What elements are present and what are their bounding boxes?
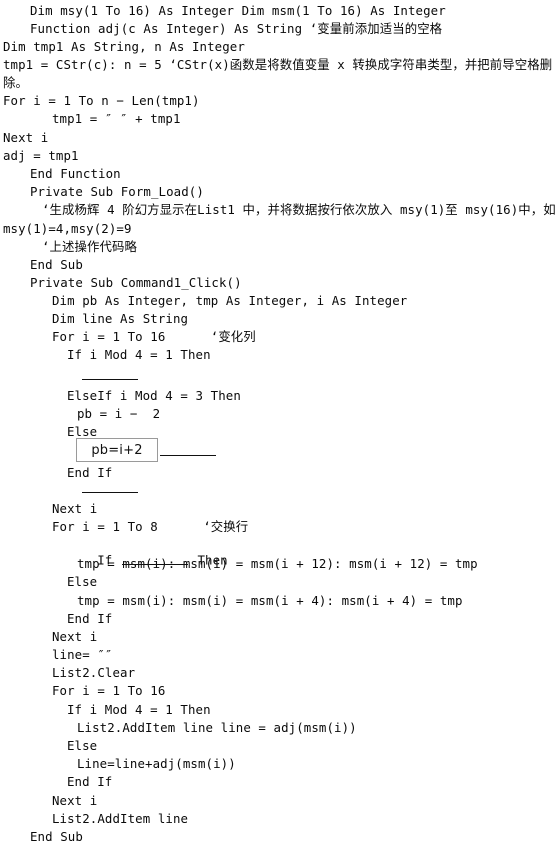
code-line: Else bbox=[67, 738, 98, 753]
code-line: If i Mod 4 = 1 Then bbox=[67, 347, 211, 362]
code-line: tmp1 = CStr(c): n = 5 ‘CStr(x)函数是将数值变量 x… bbox=[3, 57, 553, 72]
code-line: pb = i − 2 bbox=[77, 406, 161, 421]
code-line: ‘上述操作代码略 bbox=[42, 239, 137, 254]
answer-box-value: pb=i+2 bbox=[91, 442, 143, 458]
code-line: End Sub bbox=[30, 257, 83, 272]
code-line-if-blank-then: If Then bbox=[67, 539, 228, 582]
code-line: adj = tmp1 bbox=[3, 148, 79, 163]
code-line: Dim tmp1 As String, n As Integer bbox=[3, 39, 245, 54]
then-keyword: Then bbox=[189, 552, 228, 568]
code-line: Function adj(c As Integer) As String ‘变量… bbox=[30, 21, 443, 36]
code-line: End If bbox=[67, 611, 113, 626]
code-line: For i = 1 To 16 ‘变化列 bbox=[52, 329, 256, 344]
code-line: Private Sub Form_Load() bbox=[30, 184, 204, 199]
code-line: ‘生成杨辉 4 阶幻方显示在List1 中，并将数据按行依次放入 msy(1)至… bbox=[42, 202, 556, 217]
answer-box-pb-expression[interactable]: pb=i+2 bbox=[76, 438, 158, 462]
code-line: Line=line+adj(msm(i)) bbox=[77, 756, 236, 771]
code-line: List2.AddItem line line = adj(msm(i)) bbox=[77, 720, 357, 735]
if-keyword: If bbox=[97, 552, 120, 568]
code-line: For i = 1 To 8 ‘交换行 bbox=[52, 519, 249, 534]
code-line: Next i bbox=[52, 793, 98, 808]
code-line: Dim pb As Integer, tmp As Integer, i As … bbox=[52, 293, 408, 308]
code-line: If i Mod 4 = 1 Then bbox=[67, 702, 211, 717]
code-line: Dim line As String bbox=[52, 311, 189, 326]
answer-blank[interactable] bbox=[82, 492, 138, 493]
code-line: Next i bbox=[3, 130, 49, 145]
code-line: Next i bbox=[52, 501, 98, 516]
answer-blank[interactable] bbox=[160, 455, 216, 456]
code-line: tmp1 = ″ ″ + tmp1 bbox=[52, 111, 181, 126]
code-line: List2.Clear bbox=[52, 665, 136, 680]
code-line: End If bbox=[67, 774, 113, 789]
code-line: End Function bbox=[30, 166, 121, 181]
code-line: End If bbox=[67, 465, 113, 480]
code-line: Next i bbox=[52, 629, 98, 644]
code-line: List2.AddItem line bbox=[52, 811, 189, 826]
code-line: line= ″″ bbox=[52, 647, 113, 662]
code-line: Dim msy(1 To 16) As Integer Dim msm(1 To… bbox=[30, 3, 446, 18]
code-line: Private Sub Command1_Click() bbox=[30, 275, 242, 290]
code-line: 除。 bbox=[3, 75, 28, 90]
code-listing-page: Dim msy(1 To 16) As Integer Dim msm(1 To… bbox=[0, 0, 560, 844]
code-line: For i = 1 To n − Len(tmp1) bbox=[3, 93, 200, 108]
code-line: tmp = msm(i): msm(i) = msm(i + 4): msm(i… bbox=[77, 593, 463, 608]
code-line: msy(1)=4,msy(2)=9 bbox=[3, 221, 132, 236]
code-line: For i = 1 To 16 bbox=[52, 683, 166, 698]
code-line: Else bbox=[67, 424, 98, 439]
answer-blank[interactable] bbox=[82, 379, 138, 380]
answer-blank-inline[interactable] bbox=[121, 553, 188, 565]
code-line: ElseIf i Mod 4 = 3 Then bbox=[67, 388, 241, 403]
